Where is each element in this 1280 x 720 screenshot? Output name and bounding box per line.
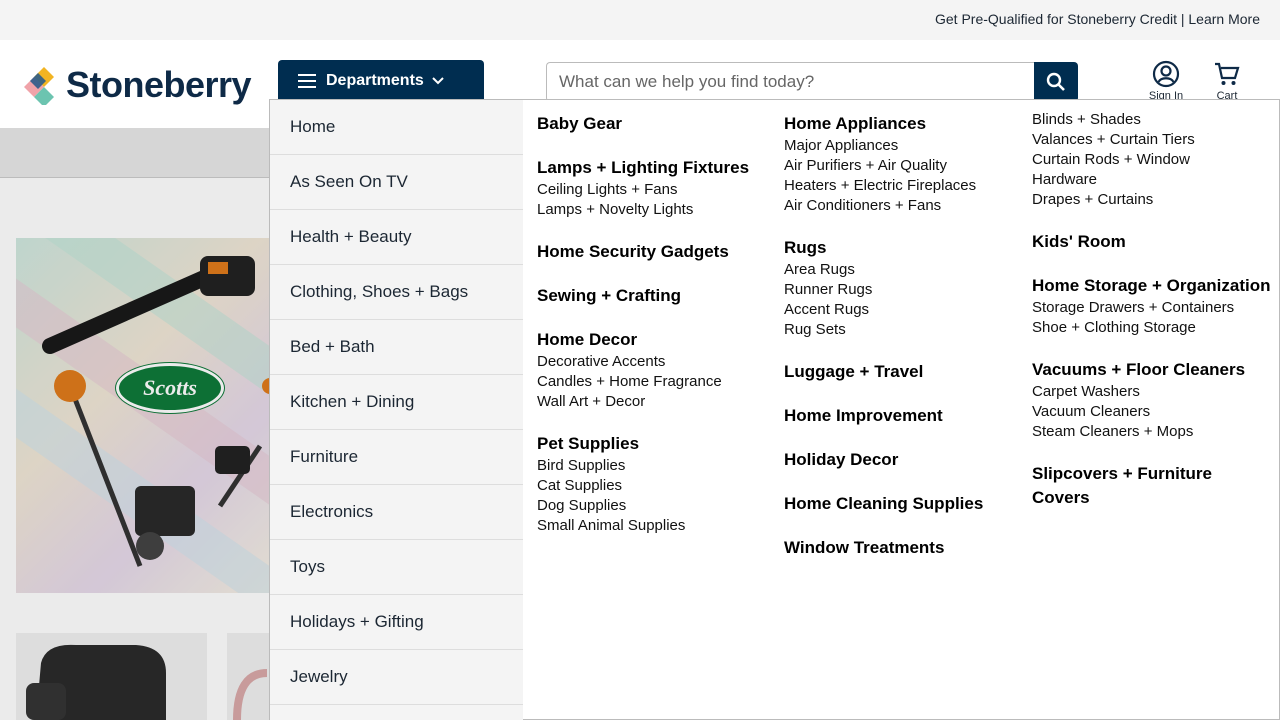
category-holiday-decor[interactable]: Holiday Decor [784, 448, 1024, 472]
subcategory-link[interactable]: Ceiling Lights + Fans [537, 180, 777, 200]
search-button[interactable] [1034, 62, 1078, 102]
chevron-down-icon [432, 74, 444, 88]
subcategory-link[interactable]: Accent Rugs [784, 300, 1024, 320]
menu-column-2: Home Appliances Major Appliances Air Pur… [784, 112, 1024, 580]
department-item-home[interactable]: Home [270, 100, 523, 155]
promo-link[interactable]: Get Pre-Qualified for Stoneberry Credit … [935, 11, 1260, 27]
subcategory-link[interactable]: Dog Supplies [537, 496, 777, 516]
search-input[interactable] [546, 62, 1034, 102]
subcategory-link[interactable]: Area Rugs [784, 260, 1024, 280]
departments-menu: Home As Seen On TV Health + Beauty Cloth… [269, 99, 1280, 720]
category-home-storage[interactable]: Home Storage + Organization [1032, 274, 1272, 298]
subcategory-link[interactable]: Air Purifiers + Air Quality [784, 156, 1024, 176]
subcategory-link[interactable]: Storage Drawers + Containers [1032, 298, 1272, 318]
subcategory-link[interactable]: Curtain Rods + Window [1032, 150, 1272, 170]
category-lamps-lighting[interactable]: Lamps + Lighting Fixtures [537, 156, 777, 180]
department-item-jewelry[interactable]: Jewelry [270, 650, 523, 705]
subcategory-link[interactable]: Lamps + Novelty Lights [537, 200, 777, 220]
department-item-clothing[interactable]: Clothing, Shoes + Bags [270, 265, 523, 320]
category-home-appliances[interactable]: Home Appliances [784, 112, 1024, 136]
subcategory-link[interactable]: Candles + Home Fragrance [537, 372, 777, 392]
subcategory-link[interactable]: Major Appliances [784, 136, 1024, 156]
category-kids-room[interactable]: Kids' Room [1032, 230, 1272, 254]
subcategory-link[interactable]: Air Conditioners + Fans [784, 196, 1024, 216]
logo-text: Stoneberry [66, 64, 252, 105]
subcategory-link[interactable]: Hardware [1032, 170, 1272, 190]
subcategory-link[interactable]: Heaters + Electric Fireplaces [784, 176, 1024, 196]
department-item-holidays-gifting[interactable]: Holidays + Gifting [270, 595, 523, 650]
category-pet-supplies[interactable]: Pet Supplies [537, 432, 777, 456]
cart-button[interactable]: Cart [1207, 60, 1247, 102]
subcategory-link[interactable]: Steam Cleaners + Mops [1032, 422, 1272, 442]
category-vacuums[interactable]: Vacuums + Floor Cleaners [1032, 358, 1272, 382]
subcategory-link[interactable]: Valances + Curtain Tiers [1032, 130, 1272, 150]
category-baby-gear[interactable]: Baby Gear [537, 112, 777, 136]
subcategory-link[interactable]: Runner Rugs [784, 280, 1024, 300]
department-item-toys[interactable]: Toys [270, 540, 523, 595]
menu-icon [298, 74, 316, 88]
category-luggage-travel[interactable]: Luggage + Travel [784, 360, 1024, 384]
signin-button[interactable]: Sign In [1146, 60, 1186, 102]
category-home-cleaning[interactable]: Home Cleaning Supplies [784, 492, 1024, 516]
category-home-security[interactable]: Home Security Gadgets [537, 240, 777, 264]
logo-mark-icon [24, 65, 64, 107]
category-window-treatments[interactable]: Window Treatments [784, 536, 1024, 560]
menu-column-1: Baby Gear Lamps + Lighting Fixtures Ceil… [537, 112, 777, 556]
subcategory-link[interactable]: Blinds + Shades [1032, 110, 1272, 130]
subcategory-link[interactable]: Cat Supplies [537, 476, 777, 496]
subcategory-link[interactable]: Bird Supplies [537, 456, 777, 476]
subcategory-link[interactable]: Vacuum Cleaners [1032, 402, 1272, 422]
subcategory-link[interactable]: Rug Sets [784, 320, 1024, 340]
logo[interactable]: Stoneberry [24, 64, 252, 107]
subcategory-link[interactable]: Small Animal Supplies [537, 516, 777, 536]
cart-icon [1215, 62, 1240, 85]
department-item-as-seen-on-tv[interactable]: As Seen On TV [270, 155, 523, 210]
search-icon [1046, 72, 1065, 91]
category-home-decor[interactable]: Home Decor [537, 328, 777, 352]
category-home-improvement[interactable]: Home Improvement [784, 404, 1024, 428]
departments-label: Departments [326, 72, 424, 89]
search-bar [546, 62, 1078, 102]
departments-list: Home As Seen On TV Health + Beauty Cloth… [270, 100, 523, 720]
department-item-kitchen-dining[interactable]: Kitchen + Dining [270, 375, 523, 430]
subcategory-link[interactable]: Shoe + Clothing Storage [1032, 318, 1272, 338]
department-item-furniture[interactable]: Furniture [270, 430, 523, 485]
department-item-electronics[interactable]: Electronics [270, 485, 523, 540]
department-item-health-beauty[interactable]: Health + Beauty [270, 210, 523, 265]
subcategory-link[interactable]: Decorative Accents [537, 352, 777, 372]
departments-button[interactable]: Departments [278, 60, 484, 102]
subcategory-link[interactable]: Wall Art + Decor [537, 392, 777, 412]
category-sewing-crafting[interactable]: Sewing + Crafting [537, 284, 777, 308]
subcategory-link[interactable]: Carpet Washers [1032, 382, 1272, 402]
account-icon [1152, 60, 1180, 88]
category-slipcovers[interactable]: Slipcovers + Furniture Covers [1032, 462, 1272, 510]
subcategory-link[interactable]: Drapes + Curtains [1032, 190, 1272, 210]
category-rugs[interactable]: Rugs [784, 236, 1024, 260]
menu-column-3: Blinds + Shades Valances + Curtain Tiers… [1032, 110, 1272, 530]
department-item-bed-bath[interactable]: Bed + Bath [270, 320, 523, 375]
promo-bar: Get Pre-Qualified for Stoneberry Credit … [0, 0, 1280, 40]
